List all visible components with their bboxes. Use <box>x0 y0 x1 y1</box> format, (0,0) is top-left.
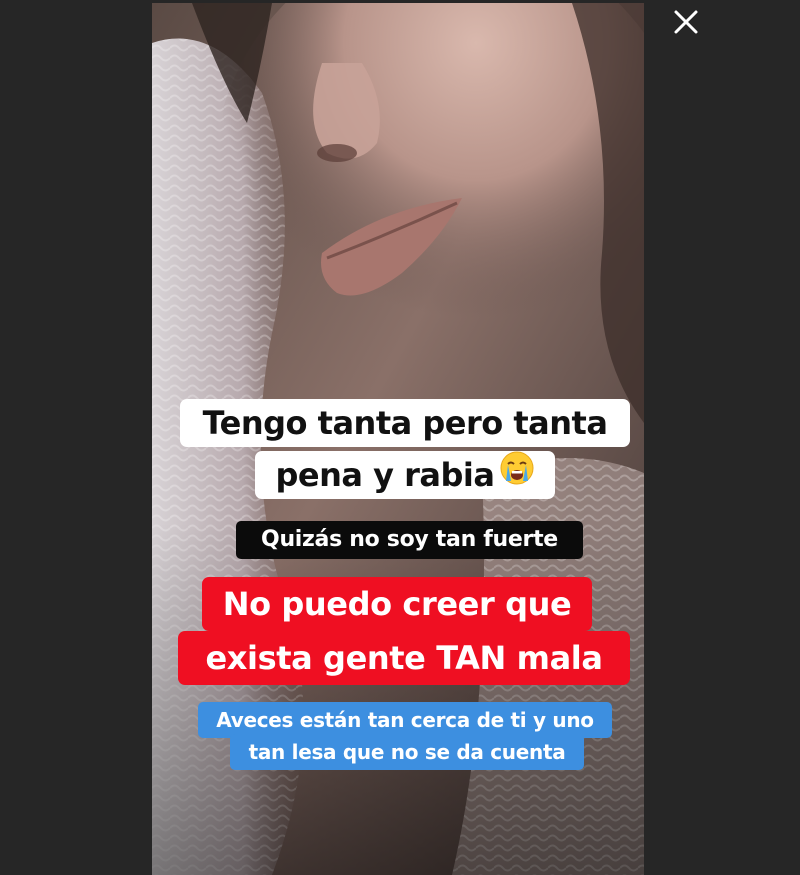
loudly-crying-face-icon <box>500 450 534 498</box>
caption-line-2: pena y rabia <box>255 451 555 499</box>
caption-line-2-text: pena y rabia <box>275 456 495 494</box>
caption-line-4: No puedo creer que <box>202 577 592 631</box>
caption-stack: Tengo tanta pero tanta pena y rabia Quiz… <box>152 3 644 875</box>
caption-line-5: exista gente TAN mala <box>178 631 630 685</box>
caption-line-7: tan lesa que no se da cuenta <box>230 734 584 770</box>
close-icon <box>674 10 698 34</box>
caption-line-6: Aveces están tan cerca de ti y uno <box>198 702 612 738</box>
caption-line-3: Quizás no soy tan fuerte <box>236 521 583 559</box>
caption-line-1: Tengo tanta pero tanta <box>180 399 630 447</box>
story-frame[interactable]: Tengo tanta pero tanta pena y rabia Quiz… <box>152 3 644 875</box>
close-button[interactable] <box>668 4 704 40</box>
story-viewer: Tengo tanta pero tanta pena y rabia Quiz… <box>0 0 800 875</box>
